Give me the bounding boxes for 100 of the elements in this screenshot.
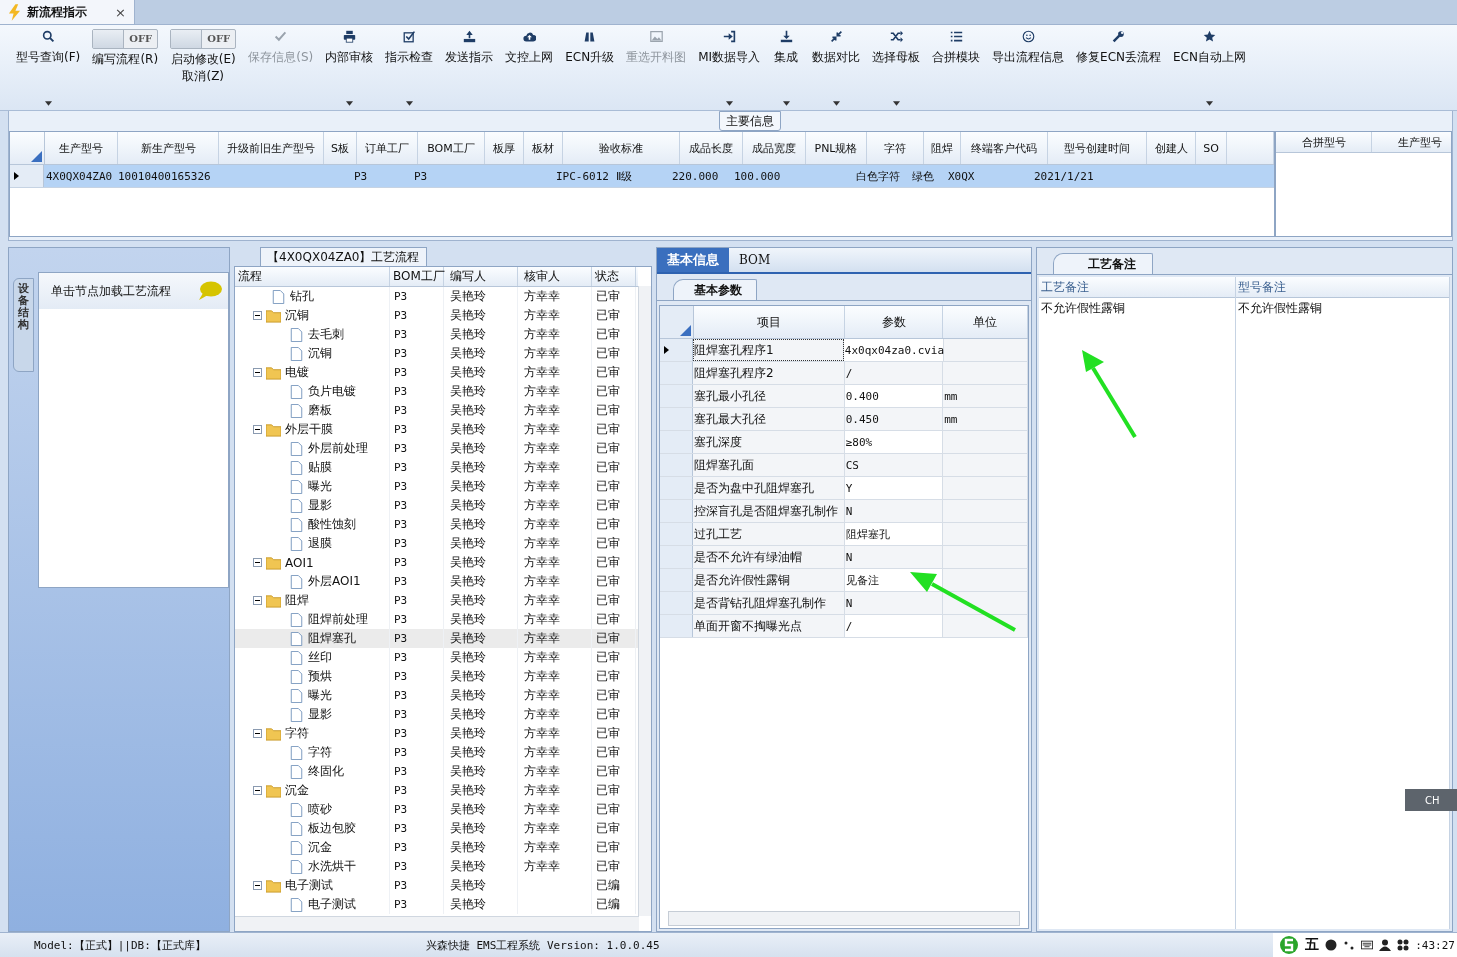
toolbar-button[interactable]: 数据对比 bbox=[806, 25, 867, 110]
tree-row[interactable]: 字符 P3 吴艳玲 方幸幸 已审 bbox=[235, 724, 638, 743]
vertical-scrollbar[interactable] bbox=[638, 286, 651, 916]
toolbar-button[interactable]: 指示检查 bbox=[379, 25, 440, 110]
tab[interactable]: 基本信息 bbox=[657, 248, 729, 272]
column-header[interactable]: 生产型号 bbox=[45, 132, 118, 164]
column-header[interactable]: 合拼型号 bbox=[1276, 132, 1372, 152]
column-header[interactable]: 板材 bbox=[524, 132, 563, 164]
tree-row[interactable]: 显影 P3 吴艳玲 方幸幸 已审 bbox=[235, 705, 638, 724]
column-header[interactable]: 参数 bbox=[844, 306, 944, 338]
column-header[interactable]: 字符 bbox=[867, 132, 924, 164]
tree-row[interactable]: AOI1 P3 吴艳玲 方幸幸 已审 bbox=[235, 553, 638, 572]
tree-row[interactable]: 酸性蚀刻 P3 吴艳玲 方幸幸 已审 bbox=[235, 515, 638, 534]
column-header[interactable]: 核审人 bbox=[518, 267, 592, 286]
column-header[interactable]: S板 bbox=[324, 132, 357, 164]
dot-icon[interactable] bbox=[1325, 939, 1338, 951]
column-header[interactable]: 编写人 bbox=[444, 267, 518, 286]
tree-row[interactable]: 字符 P3 吴艳玲 方幸幸 已审 bbox=[235, 743, 638, 762]
collapse-icon[interactable] bbox=[253, 729, 262, 738]
tree-row[interactable]: 外层干膜 P3 吴艳玲 方幸幸 已审 bbox=[235, 420, 638, 439]
column-header[interactable]: 状态 bbox=[592, 267, 636, 286]
table-row[interactable]: 4X0QX04ZA0 10010400165326 P3 P3 IPC-6012 Ⅱ级 220.000 100.000 白色字符 绿色 X0QX 2021/1/21 bbox=[10, 165, 1274, 188]
tree-row[interactable]: 阻焊 P3 吴艳玲 方幸幸 已审 bbox=[235, 591, 638, 610]
toolbar-button[interactable]: 选择母板 bbox=[866, 25, 927, 110]
tree-row[interactable]: 水洗烘干 P3 吴艳玲 方幸幸 已审 bbox=[235, 857, 638, 876]
tab[interactable]: BOM bbox=[729, 248, 781, 272]
table-row[interactable]: 塞孔最小孔径 0.400 mm bbox=[660, 385, 1028, 408]
collapse-icon[interactable] bbox=[253, 558, 262, 567]
tree-row[interactable]: 终固化 P3 吴艳玲 方幸幸 已审 bbox=[235, 762, 638, 781]
tree-row[interactable]: 电子测试 P3 吴艳玲 已编 bbox=[235, 876, 638, 895]
column-header[interactable]: 型号备注 bbox=[1236, 277, 1449, 298]
tree-row[interactable]: 板边包胶 P3 吴艳玲 方幸幸 已审 bbox=[235, 819, 638, 838]
language-indicator[interactable]: CH bbox=[1405, 789, 1457, 811]
keyboard-icon[interactable] bbox=[1361, 939, 1374, 951]
toolbar-button[interactable]: 型号查询(F) bbox=[10, 25, 87, 110]
column-header[interactable]: BOM工厂 bbox=[418, 132, 485, 164]
toolbar-button[interactable]: 文控上网 bbox=[499, 25, 560, 110]
collapse-icon[interactable] bbox=[253, 311, 262, 320]
column-header[interactable]: 终端客户代码 bbox=[961, 132, 1048, 164]
toolbar-button[interactable]: 内部审核 bbox=[319, 25, 380, 110]
ime-logo-icon[interactable] bbox=[1279, 935, 1300, 955]
tab[interactable]: 工艺备注 bbox=[1053, 253, 1153, 274]
collapse-icon[interactable] bbox=[253, 881, 262, 890]
toolbar-button[interactable]: ECN升级 bbox=[559, 25, 621, 110]
toolbar-button[interactable]: 导出流程信息 bbox=[986, 25, 1071, 110]
tree-row[interactable]: 沉铜 P3 吴艳玲 方幸幸 已审 bbox=[235, 306, 638, 325]
tree-row[interactable]: 退膜 P3 吴艳玲 方幸幸 已审 bbox=[235, 534, 638, 553]
tree-row[interactable]: 电子测试 P3 吴艳玲 已编 bbox=[235, 895, 638, 914]
table-row[interactable]: 阻焊塞孔程序2 / bbox=[660, 362, 1028, 385]
table-row[interactable]: 阻焊塞孔面 CS bbox=[660, 454, 1028, 477]
column-header[interactable]: 新生产型号 bbox=[118, 132, 219, 164]
column-header[interactable]: 流程 bbox=[235, 267, 390, 286]
toolbar-button[interactable]: OFF 编写流程(R) bbox=[86, 25, 165, 110]
table-row[interactable]: 是否为盘中孔阻焊塞孔 Y bbox=[660, 477, 1028, 500]
close-button[interactable]: × bbox=[115, 4, 126, 20]
tree-row[interactable]: 显影 P3 吴艳玲 方幸幸 已审 bbox=[235, 496, 638, 515]
column-header[interactable]: 升级前旧生产型号 bbox=[219, 132, 324, 164]
tab[interactable]: 基本参数 bbox=[673, 279, 757, 300]
document-tab[interactable]: 新流程指示 × bbox=[0, 0, 135, 24]
column-header[interactable]: 板厚 bbox=[485, 132, 524, 164]
collapse-icon[interactable] bbox=[253, 786, 262, 795]
table-row[interactable]: 单面开窗不掏曝光点 / bbox=[660, 615, 1028, 638]
table-row[interactable]: 阻焊塞孔程序1 4x0qx04za0.cvia bbox=[660, 339, 1028, 362]
column-header[interactable]: PNL规格 bbox=[806, 132, 867, 164]
tree-row[interactable]: 丝印 P3 吴艳玲 方幸幸 已审 bbox=[235, 648, 638, 667]
toolbar-button[interactable]: MI数据导入 bbox=[692, 25, 767, 110]
column-header[interactable]: 工艺备注 bbox=[1039, 277, 1235, 298]
toolbar-button[interactable]: 发送指示 bbox=[439, 25, 500, 110]
column-header[interactable]: 订单工厂 bbox=[357, 132, 418, 164]
column-header[interactable]: 生产型号 bbox=[1372, 132, 1451, 152]
toolbar-button[interactable]: 集成 bbox=[766, 25, 807, 110]
tree-row[interactable]: 负片电镀 P3 吴艳玲 方幸幸 已审 bbox=[235, 382, 638, 401]
tree-row[interactable]: 去毛刺 P3 吴艳玲 方幸幸 已审 bbox=[235, 325, 638, 344]
toolbar-button[interactable]: OFF 启动修改(E) 取消(Z) bbox=[164, 25, 243, 110]
tree-row[interactable]: 电镀 P3 吴艳玲 方幸幸 已审 bbox=[235, 363, 638, 382]
table-row[interactable]: 过孔工艺 阻焊塞孔 bbox=[660, 523, 1028, 546]
list-item[interactable]: 单击节点加载工艺流程 bbox=[39, 273, 228, 309]
tree-row[interactable]: 喷砂 P3 吴艳玲 方幸幸 已审 bbox=[235, 800, 638, 819]
horizontal-scrollbar[interactable] bbox=[668, 911, 1020, 926]
toggle-switch[interactable]: OFF bbox=[170, 29, 237, 49]
toolbar-button[interactable]: ECN自动上网 bbox=[1167, 25, 1252, 110]
column-header[interactable]: 单位 bbox=[943, 306, 1028, 338]
table-row[interactable]: 塞孔深度 ≥80% bbox=[660, 431, 1028, 454]
tree-row[interactable]: 曝光 P3 吴艳玲 方幸幸 已审 bbox=[235, 686, 638, 705]
grid-icon[interactable] bbox=[1397, 939, 1410, 951]
vertical-tab[interactable]: 设备结构 bbox=[13, 278, 34, 372]
tree-row[interactable]: 曝光 P3 吴艳玲 方幸幸 已审 bbox=[235, 477, 638, 496]
tree-row[interactable]: 外层前处理 P3 吴艳玲 方幸幸 已审 bbox=[235, 439, 638, 458]
user-icon[interactable] bbox=[1379, 939, 1392, 951]
column-header[interactable]: 项目 bbox=[694, 306, 845, 338]
ime-mode[interactable]: 五 bbox=[1305, 936, 1320, 954]
column-header[interactable]: 成品宽度 bbox=[743, 132, 806, 164]
column-header[interactable]: 阻焊 bbox=[924, 132, 961, 164]
collapse-icon[interactable] bbox=[253, 596, 262, 605]
tree-row[interactable]: 沉金 P3 吴艳玲 方幸幸 已审 bbox=[235, 838, 638, 857]
tree-row[interactable]: 磨板 P3 吴艳玲 方幸幸 已审 bbox=[235, 401, 638, 420]
column-header[interactable]: 创建人 bbox=[1147, 132, 1196, 164]
toggle-switch[interactable]: OFF bbox=[92, 29, 159, 49]
tree-row[interactable]: 外层AOI1 P3 吴艳玲 方幸幸 已审 bbox=[235, 572, 638, 591]
table-row[interactable]: 是否背钻孔阻焊塞孔制作 N bbox=[660, 592, 1028, 615]
